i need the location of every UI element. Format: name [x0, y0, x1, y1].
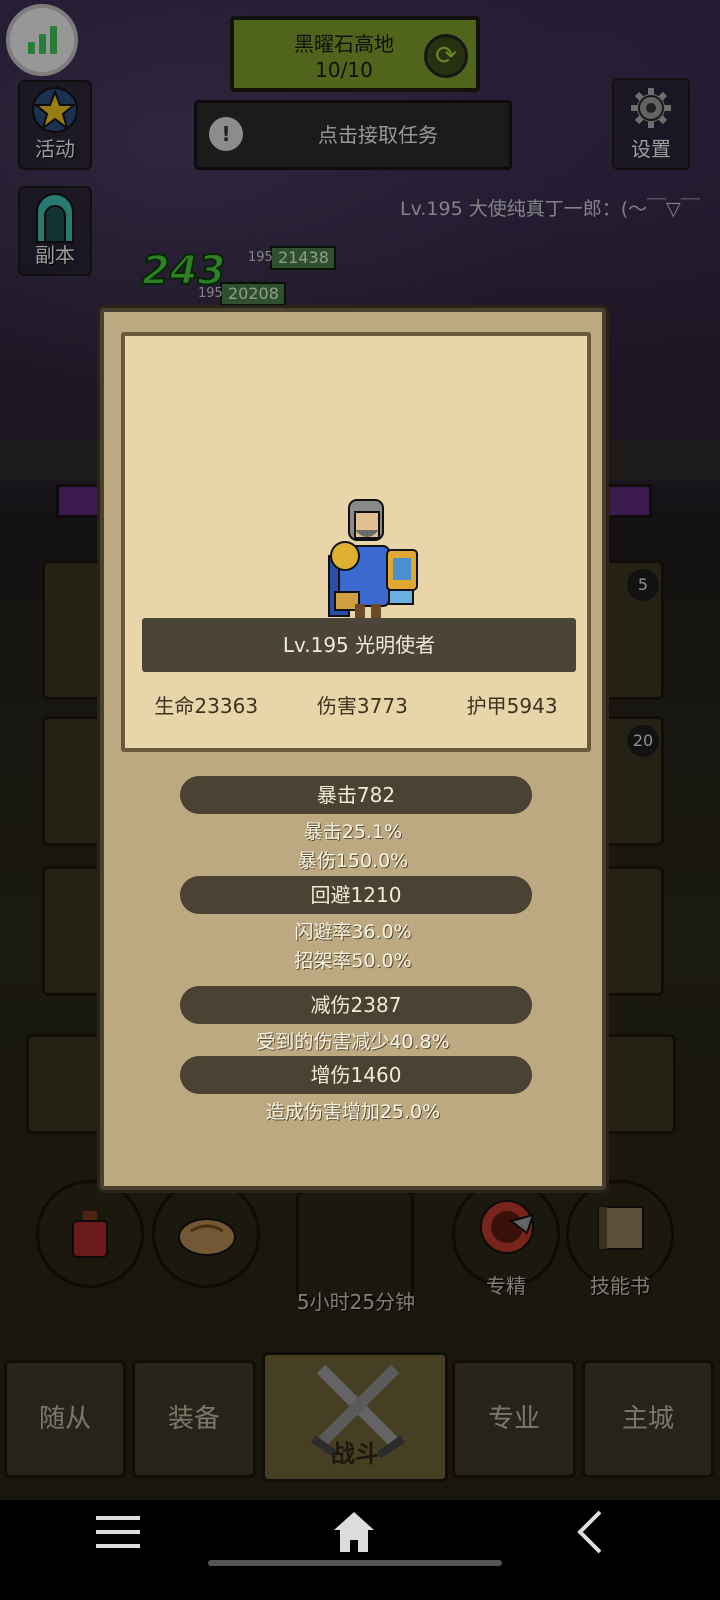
hero-armor: 护甲5943 [466, 694, 558, 718]
hero-sprite [328, 499, 418, 620]
dodge-rate: 闪避率36.0% [294, 921, 412, 943]
hero-damage: 伤害3773 [316, 694, 408, 718]
crit-rate: 暴击25.1% [303, 821, 403, 843]
damage-reduction-header: 减伤2387 [180, 986, 532, 1024]
damage-bonus-header: 增伤1460 [180, 1056, 532, 1094]
hero-name-plate: Lv.195 光明使者 [142, 618, 576, 672]
system-nav-bar [0, 1500, 720, 1600]
hero-portrait-panel: Lv.195 光明使者 生命23363 伤害3773 护甲5943 [121, 332, 591, 752]
parry-rate: 招架率50.0% [294, 950, 412, 972]
hero-info-modal: Lv.195 光明使者 生命23363 伤害3773 护甲5943 暴击782 … [100, 308, 606, 1190]
home-icon[interactable] [332, 1510, 376, 1554]
hero-hp: 生命23363 [154, 694, 259, 718]
crit-header: 暴击782 [180, 776, 532, 814]
gesture-handle [208, 1560, 502, 1566]
hero-base-stats: 生命23363 伤害3773 护甲5943 [125, 690, 587, 719]
crit-damage: 暴伤150.0% [297, 850, 409, 872]
back-icon[interactable] [576, 1510, 606, 1554]
menu-icon[interactable] [96, 1514, 140, 1550]
evasion-header: 回避1210 [180, 876, 532, 914]
damage-dealt-increase: 造成伤害增加25.0% [265, 1101, 441, 1123]
damage-taken-reduction: 受到的伤害减少40.8% [256, 1031, 450, 1053]
